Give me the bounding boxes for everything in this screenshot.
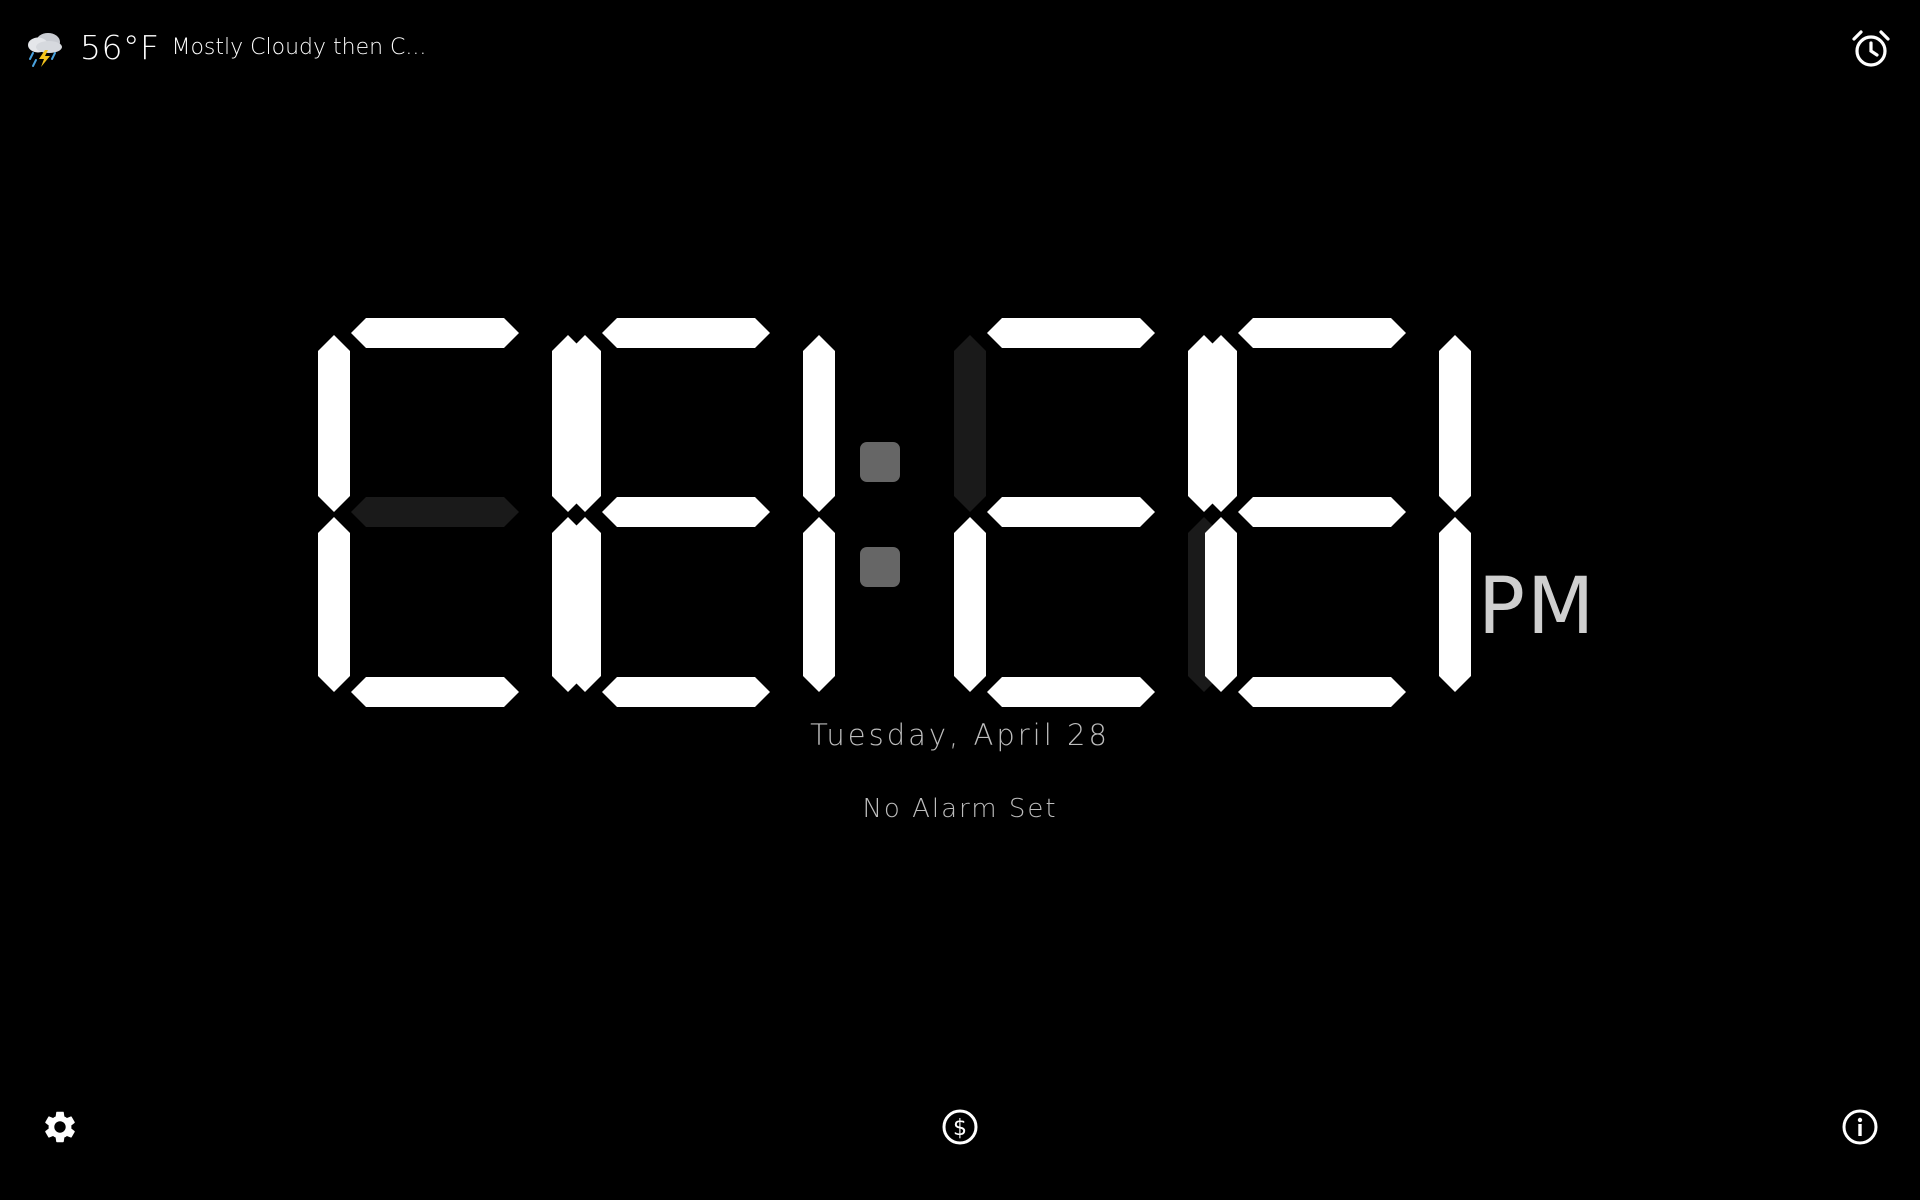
segment-lower-left: [318, 517, 350, 692]
hour-tens-digit: [318, 318, 584, 707]
time-colon: [860, 442, 900, 587]
segment-top: [1238, 318, 1406, 348]
segment-top: [987, 318, 1155, 348]
segment-middle: [1238, 497, 1406, 527]
colon-dot-top: [860, 442, 900, 482]
segment-middle: [602, 497, 770, 527]
segment-lower-left: [569, 517, 601, 692]
segment-lower-right: [803, 517, 835, 692]
gear-icon[interactable]: [41, 1108, 79, 1146]
segment-upper-left: [954, 335, 986, 512]
segment-bottom: [602, 677, 770, 707]
seven-segment-clock: [318, 318, 1471, 707]
minute-ones-digit: [1205, 318, 1471, 707]
date-display: Tuesday, April 28: [810, 718, 1110, 752]
hour-ones-digit: [569, 318, 835, 707]
segment-lower-left: [954, 517, 986, 692]
info-circle-icon[interactable]: [1841, 1108, 1879, 1146]
dollar-circle-icon[interactable]: $: [941, 1108, 979, 1146]
segment-top: [351, 318, 519, 348]
segment-bottom: [351, 677, 519, 707]
segment-upper-left: [1205, 335, 1237, 512]
segment-upper-right: [1439, 335, 1471, 512]
alarm-status[interactable]: No Alarm Set: [0, 794, 1920, 824]
segment-bottom: [1238, 677, 1406, 707]
segment-upper-right: [803, 335, 835, 512]
segment-lower-right: [1439, 517, 1471, 692]
segment-bottom: [987, 677, 1155, 707]
am-pm-indicator: PM: [1478, 562, 1597, 652]
segment-upper-left: [318, 335, 350, 512]
clock-screen: 56°F Mostly Cloudy then C... PM Tuesday,…: [0, 0, 1920, 1200]
minute-tens-digit: [954, 318, 1220, 707]
svg-text:$: $: [953, 1116, 967, 1141]
segment-middle: [351, 497, 519, 527]
segment-top: [602, 318, 770, 348]
segment-middle: [987, 497, 1155, 527]
segment-upper-left: [569, 335, 601, 512]
segment-lower-left: [1205, 517, 1237, 692]
colon-dot-bottom: [860, 547, 900, 587]
